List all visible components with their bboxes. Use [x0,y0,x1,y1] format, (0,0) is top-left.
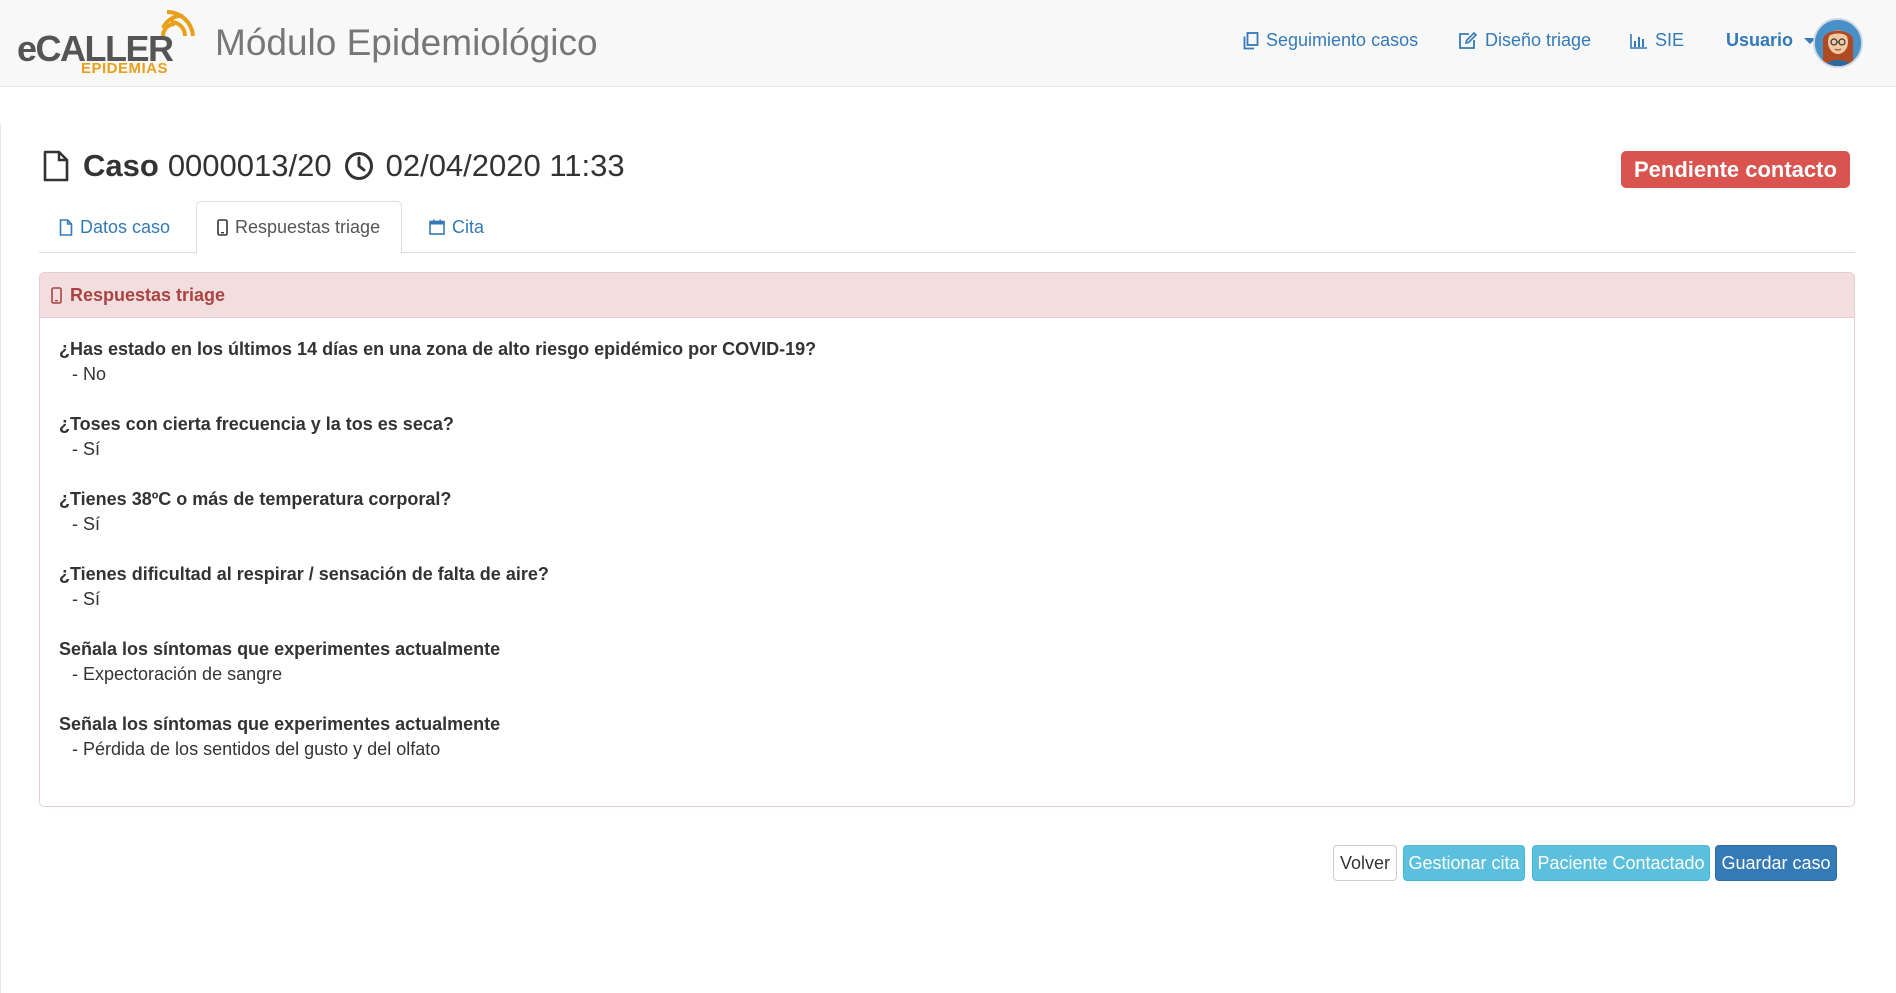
user-avatar-icon [1815,20,1861,66]
triage-answer: - Sí [72,439,101,459]
list-item: Señala los síntomas que experimentes act… [59,638,1835,713]
case-number: 0000013/20 [167,148,332,183]
triage-answer: - Pérdida de los sentidos del gusto y de… [72,739,441,759]
list-item: ¿Tienes dificultad al respirar / sensaci… [59,563,1835,638]
triage-question: Señala los síntomas que experimentes act… [59,639,501,659]
tab-datos-caso[interactable]: Datos caso [39,201,190,253]
nav-seguimiento-casos[interactable]: Seguimiento casos [1243,30,1418,51]
mobile-icon [51,286,62,304]
list-item: ¿Toses con cierta frecuencia y la tos es… [59,413,1835,488]
avatar[interactable] [1813,18,1863,68]
triage-answer: - Sí [72,514,101,534]
triage-question: ¿Has estado en los últimos 14 días en un… [59,339,817,359]
gestionar-cita-button[interactable]: Gestionar cita [1403,845,1525,881]
case-tabs: Datos caso Respuestas triage Cita [39,201,1855,254]
panel-body: ¿Has estado en los últimos 14 días en un… [40,318,1854,808]
file-icon [43,150,69,182]
mobile-icon [217,219,228,236]
calendar-icon [429,219,445,235]
triage-question: ¿Tienes 38ºC o más de temperatura corpor… [59,489,452,509]
triage-answer: - No [72,364,107,384]
nav-seguimiento-label: Seguimiento casos [1266,30,1419,50]
file-icon [59,218,73,236]
panel-heading: Respuestas triage [40,273,1854,318]
tab-cita[interactable]: Cita [409,201,504,253]
ecaller-logo[interactable]: eCALLER EPIDEMIAS [17,6,199,78]
tab-cita-label: Cita [452,216,485,237]
user-menu[interactable]: Usuario [1726,30,1817,51]
volver-button[interactable]: Volver [1333,845,1397,881]
guardar-caso-button[interactable]: Guardar caso [1715,845,1837,881]
tab-respuestas-triage-label: Respuestas triage [235,217,381,237]
app-title: Módulo Epidemiológico [215,22,598,63]
nav-sie-label: SIE [1655,30,1685,50]
case-header: Caso 0000013/20 02/04/2020 11:33 [43,146,625,186]
triage-answer: - Expectoración de sangre [72,664,283,684]
tab-datos-caso-label: Datos caso [80,216,171,237]
bar-chart-icon [1630,33,1647,49]
top-navbar: eCALLER EPIDEMIAS Módulo Epidemiológico … [0,0,1896,87]
logo-subtext: EPIDEMIAS [81,60,169,77]
paciente-contactado-button[interactable]: Paciente Contactado [1532,845,1710,881]
case-datetime: 02/04/2020 11:33 [385,148,625,183]
triage-answers-panel: Respuestas triage ¿Has estado en los últ… [39,272,1855,807]
case-label: Caso [83,148,159,183]
list-item: Señala los síntomas que experimentes act… [59,713,1835,788]
nav-diseno-label: Diseño triage [1485,30,1592,50]
user-menu-label: Usuario [1726,30,1794,50]
nav-sie[interactable]: SIE [1630,30,1684,51]
triage-answer: - Sí [72,589,101,609]
copy-icon [1243,31,1259,49]
panel-title: Respuestas triage [70,284,226,305]
list-item: ¿Has estado en los últimos 14 días en un… [59,338,1835,413]
triage-question: Señala los síntomas que experimentes act… [59,714,501,734]
nav-diseno-triage[interactable]: Diseño triage [1458,30,1591,51]
triage-question: ¿Toses con cierta frecuencia y la tos es… [59,414,454,434]
clock-icon [344,152,373,180]
tab-respuestas-triage[interactable]: Respuestas triage [196,201,402,254]
list-item: ¿Tienes 38ºC o más de temperatura corpor… [59,488,1835,563]
triage-question: ¿Tienes dificultad al respirar / sensaci… [59,564,549,584]
page-border [0,123,1,993]
edit-icon [1459,31,1478,49]
status-badge: Pendiente contacto [1621,151,1850,188]
